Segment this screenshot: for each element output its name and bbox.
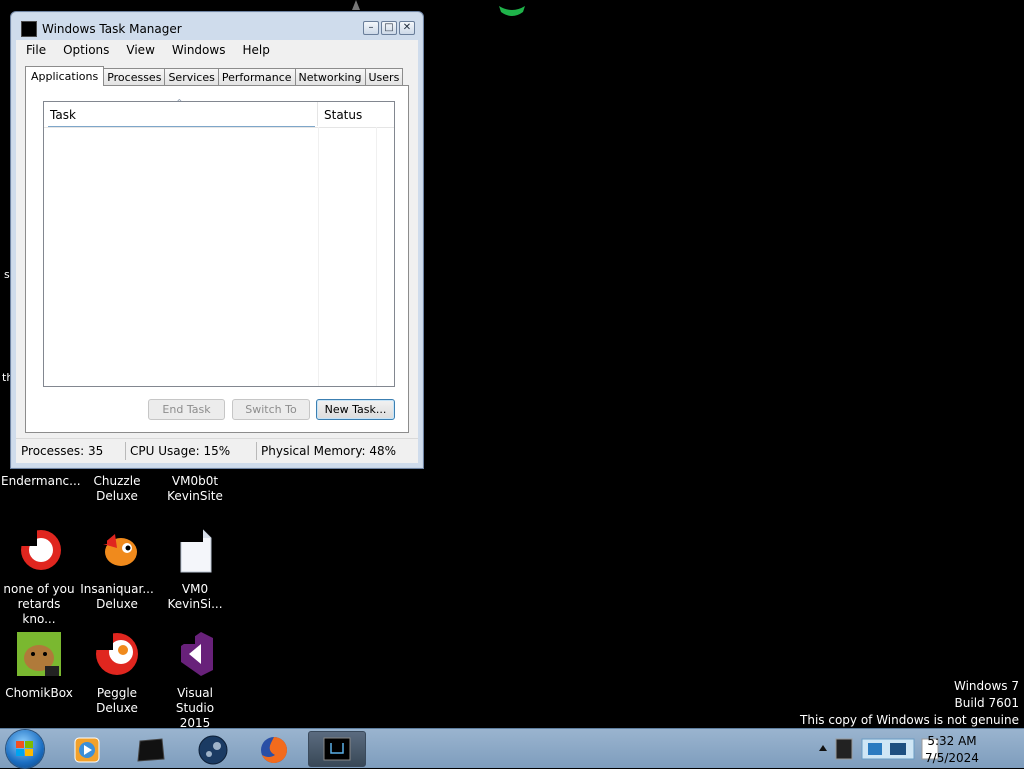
maximize-button[interactable]: □ — [381, 21, 397, 35]
tab-users[interactable]: Users — [364, 68, 404, 86]
windows-watermark: Windows 7 Build 7601 This copy of Window… — [800, 678, 1019, 729]
menu-file[interactable]: File — [16, 43, 53, 57]
tab-processes[interactable]: Processes — [103, 68, 166, 86]
desktop-icon-label: Visual Studio 2015 — [175, 686, 215, 730]
terminal-icon — [137, 738, 165, 762]
desktop-icon-label: VM0 KevinSi... — [167, 582, 223, 611]
maximize-icon: □ — [384, 22, 394, 33]
desktop-icon-vm0-kevinsi[interactable]: VM0 KevinSi... — [157, 526, 233, 612]
watermark-build: Build 7601 — [954, 696, 1019, 710]
desktop-icon-chuzzle[interactable]: Chuzzle Deluxe — [79, 474, 155, 504]
red-circle-icon — [15, 526, 61, 570]
hamster-icon — [17, 632, 61, 676]
windows-media-player-icon — [74, 737, 100, 763]
desktop-icon-label: Peggle Deluxe — [96, 686, 138, 715]
status-bar: Processes: 35 CPU Usage: 15% Physical Me… — [16, 438, 418, 463]
steam-icon — [198, 735, 228, 765]
desktop-icon-none-of-you[interactable]: none of you retards kno... — [1, 526, 77, 627]
tray-app-icon[interactable] — [834, 737, 854, 761]
applications-panel: ^ Task Status End Task Switch To New Tas… — [25, 85, 409, 433]
column-header-task[interactable]: ^ Task — [44, 98, 318, 127]
desktop-icon-chomikbox[interactable]: ChomikBox — [1, 630, 77, 701]
tab-networking[interactable]: Networking — [294, 68, 366, 86]
window-title: Windows Task Manager — [42, 22, 182, 36]
menu-windows[interactable]: Windows — [162, 43, 233, 57]
tab-applications[interactable]: Applications — [25, 66, 105, 86]
desktop-icon-endermanc[interactable]: Endermanc... — [1, 474, 81, 489]
menu-view[interactable]: View — [116, 43, 161, 57]
task-manager-window[interactable]: Windows Task Manager – □ ✕ File Options … — [10, 11, 424, 469]
new-task-button[interactable]: New Task... — [316, 399, 395, 420]
minimize-button[interactable]: – — [363, 21, 379, 35]
task-list[interactable]: ^ Task Status — [43, 98, 395, 387]
system-clock[interactable]: 5:32 AM 7/5/2024 — [920, 733, 984, 767]
desktop-edge-text: s — [4, 268, 10, 281]
tab-services[interactable]: Services — [164, 68, 219, 86]
desktop-icon-label: Chuzzle Deluxe — [93, 474, 141, 503]
tab-strip: Applications Processes Services Performa… — [25, 66, 404, 86]
column-header-task-label: Task — [50, 108, 76, 122]
switch-to-button[interactable]: Switch To — [232, 399, 310, 420]
document-icon — [177, 526, 212, 573]
taskbar-steam[interactable] — [184, 731, 240, 767]
close-icon: ✕ — [402, 22, 412, 33]
column-divider — [376, 127, 377, 386]
clock-date: 7/5/2024 — [925, 751, 979, 765]
close-button[interactable]: ✕ — [399, 21, 415, 35]
column-header-status-label: Status — [324, 108, 363, 122]
minimize-icon: – — [368, 22, 374, 33]
taskbar-firefox[interactable] — [246, 731, 302, 767]
visual-studio-icon — [175, 630, 213, 676]
start-button[interactable] — [6, 730, 44, 768]
taskbar-terminal[interactable] — [122, 731, 178, 767]
desktop-icon-vm0b0t-kevinsite[interactable]: VM0b0t KevinSite — [157, 474, 233, 504]
menu-options[interactable]: Options — [53, 43, 116, 57]
tab-performance[interactable]: Performance — [217, 68, 296, 86]
status-cpu-usage: CPU Usage: 15% — [130, 444, 231, 458]
desktop-icon-label: none of you retards kno... — [3, 582, 75, 626]
fish-icon — [93, 526, 137, 566]
taskbar: 5:32 AM 7/5/2024 — [0, 728, 1024, 768]
menu-bar: File Options View Windows Help — [16, 40, 418, 60]
desktop-icon-label: VM0b0t KevinSite — [167, 474, 223, 503]
wallpaper-blip-icon — [499, 6, 525, 16]
watermark-genuine-notice: This copy of Windows is not genuine — [800, 713, 1019, 727]
column-header-status[interactable]: Status — [318, 102, 376, 126]
taskbar-windows-media-player[interactable] — [58, 731, 114, 767]
clock-time: 5:32 AM — [927, 734, 977, 748]
taskbar-task-manager[interactable] — [308, 731, 366, 767]
menu-help[interactable]: Help — [232, 43, 276, 57]
column-divider — [318, 127, 319, 386]
tray-network-icon[interactable] — [860, 735, 916, 763]
desktop-icon-peggle-deluxe[interactable]: Peggle Deluxe — [79, 630, 155, 716]
status-processes: Processes: 35 — [21, 444, 104, 458]
sort-up-icon: ^ — [176, 98, 183, 107]
desktop-icon-label: Endermanc... — [1, 474, 81, 488]
end-task-button[interactable]: End Task — [148, 399, 225, 420]
firefox-icon — [261, 737, 287, 763]
title-bar[interactable]: Windows Task Manager – □ ✕ — [11, 12, 423, 40]
task-manager-app-icon — [21, 21, 37, 37]
status-physical-memory: Physical Memory: 48% — [261, 444, 397, 458]
task-manager-icon — [323, 737, 351, 761]
peggle-icon — [93, 630, 138, 675]
watermark-os: Windows 7 — [953, 679, 1019, 693]
show-hidden-icons-icon[interactable] — [818, 743, 828, 753]
desktop-icon-insaniquarium[interactable]: Insaniquar... Deluxe — [79, 526, 155, 612]
client-area: Applications Processes Services Performa… — [16, 60, 418, 438]
desktop-icon-visual-studio-2015[interactable]: Visual Studio 2015 — [157, 630, 233, 731]
desktop-icon-label: ChomikBox — [5, 686, 73, 700]
list-header: ^ Task Status — [44, 98, 394, 128]
notification-area — [812, 729, 1024, 769]
windows-logo-icon — [16, 741, 33, 756]
desktop-icon-label: Insaniquar... Deluxe — [80, 582, 154, 611]
